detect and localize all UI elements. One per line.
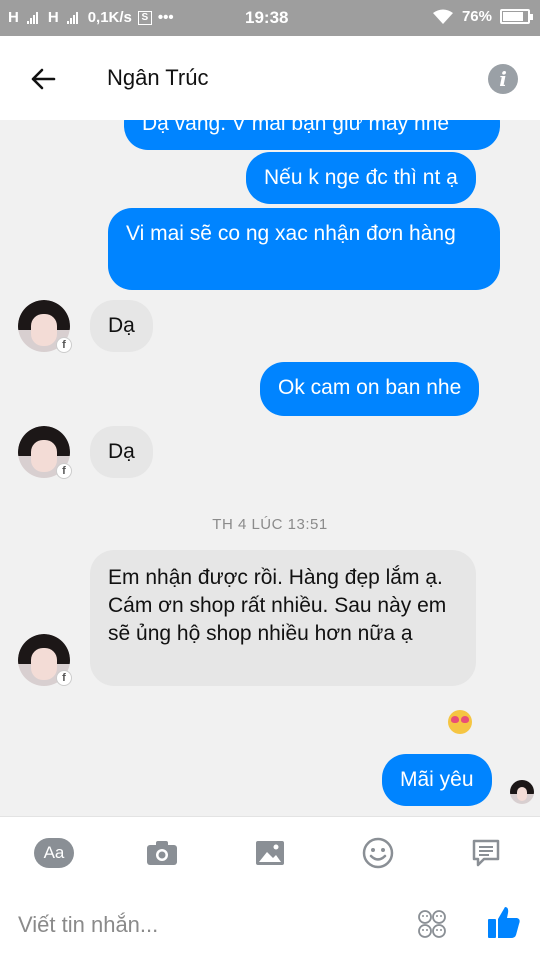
message-timestamp: TH 4 LÚC 13:51 — [212, 516, 328, 533]
message-bubble-outgoing[interactable]: Vi mai sẽ co ng xac nhận đơn hàng — [108, 208, 500, 290]
signal-icon — [26, 11, 38, 24]
aa-label: Aa — [34, 838, 74, 868]
message-bubble-incoming[interactable]: Em nhận được rồi. Hàng đẹp lắm ạ. Cám ơn… — [90, 550, 476, 686]
seen-avatar — [510, 780, 534, 804]
emoji-icon — [362, 837, 394, 869]
message-input-bar — [0, 888, 540, 960]
network-type-2: H — [47, 9, 59, 26]
signal-icon-2 — [66, 11, 78, 24]
gallery-button[interactable] — [250, 835, 290, 871]
more-notifications-icon: ••• — [157, 9, 174, 26]
message-bubble-outgoing[interactable]: Ok cam on ban nhe — [260, 362, 480, 416]
message-bubble-outgoing[interactable]: Mãi yêu — [382, 754, 492, 806]
camera-button[interactable] — [142, 835, 182, 871]
clock: 19:38 — [245, 8, 289, 27]
composer-toolbar: Aa — [0, 816, 540, 888]
message-thread[interactable]: Dạ vâng. V mai bạn giữ máy nhé Nếu k nge… — [0, 120, 540, 816]
data-speed: 0,1K/s — [87, 9, 132, 26]
stickers-icon[interactable] — [416, 908, 448, 940]
messenger-badge-icon: f — [56, 463, 72, 479]
conversation-header: Ngân Trúc i — [0, 36, 540, 120]
battery-percent: 76% — [461, 8, 492, 25]
battery-icon — [500, 9, 533, 24]
battery-level — [503, 12, 523, 21]
camera-icon — [147, 841, 177, 865]
messenger-badge-icon: f — [56, 337, 72, 353]
message-bubble-outgoing[interactable]: Dạ vâng. V mai bạn giữ máy nhé — [124, 120, 500, 150]
status-bar: H H 0,1K/s S ••• 19:38 76% — [0, 0, 540, 36]
notification-badge: S — [137, 10, 152, 25]
image-icon — [256, 841, 284, 865]
thumbs-up-icon[interactable] — [486, 904, 522, 940]
messenger-badge-icon: f — [56, 670, 72, 686]
emoji-button[interactable] — [358, 835, 398, 871]
wifi-icon — [432, 9, 453, 24]
quick-reply-button[interactable] — [466, 835, 506, 871]
back-arrow-icon[interactable] — [28, 64, 58, 94]
message-bubble-outgoing[interactable]: Nếu k nge đc thì nt ạ — [246, 152, 476, 204]
heart-eyes-emoji-icon — [448, 710, 472, 734]
message-input[interactable] — [18, 908, 398, 942]
contact-name[interactable]: Ngân Trúc — [107, 65, 209, 91]
message-bubble-incoming[interactable]: Dạ — [90, 426, 153, 478]
info-icon[interactable]: i — [488, 64, 518, 94]
network-type-1: H — [8, 9, 19, 26]
quick-reply-icon — [472, 839, 500, 867]
message-bubble-incoming[interactable]: Dạ — [90, 300, 153, 352]
text-format-button[interactable]: Aa — [34, 835, 74, 871]
